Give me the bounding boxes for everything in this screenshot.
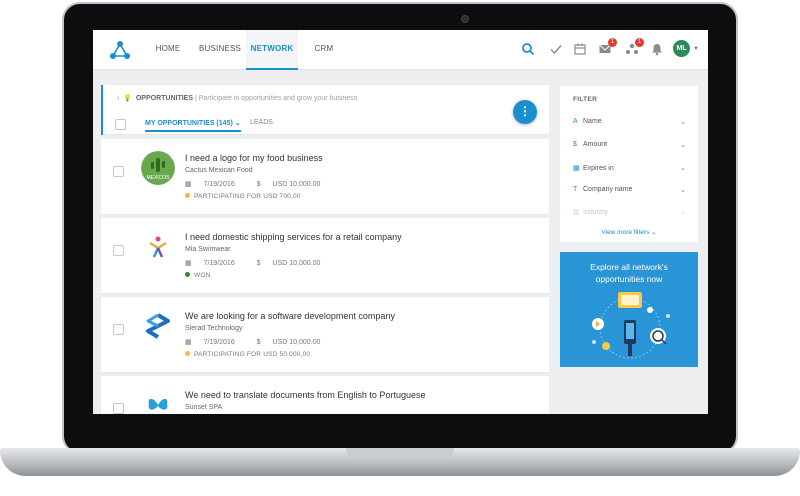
filter-company-name[interactable]: T Company name ⌄ [573, 186, 686, 200]
network-illustration-icon [592, 292, 670, 359]
checkmark-icon[interactable] [549, 42, 563, 56]
company-name: Sierad Technology [185, 325, 243, 332]
mail-badge: 1 [608, 38, 617, 47]
item-checkbox[interactable] [113, 245, 124, 256]
opportunities-panel: ‹ 💡 OPPORTUNITIES | Participate in oppor… [101, 85, 551, 414]
list-item[interactable]: MEXICOS I need a logo for my food busine… [101, 139, 549, 215]
swimwear-logo-icon [141, 230, 175, 264]
opportunity-title[interactable]: I need domestic shipping services for a … [185, 232, 402, 242]
chevron-down-icon: ⌄ [680, 187, 686, 194]
breadcrumb: ‹ 💡 OPPORTUNITIES | Participate in oppor… [117, 95, 358, 102]
opportunity-meta: ▦ 7/19/2016 $ USD 10,000.00 [185, 260, 321, 267]
laptop-notch [346, 448, 454, 457]
chevron-down-icon[interactable]: ▼ [693, 46, 699, 52]
dollar-icon: $ [256, 181, 261, 188]
section-title: OPPORTUNITIES [135, 95, 194, 102]
company-name: Cactus Mexican Food [185, 167, 253, 174]
industry-icon: ▥ [573, 209, 580, 216]
view-more-filters-link[interactable]: View more filters ⌄ [560, 228, 698, 236]
status-dot [185, 272, 190, 277]
dollar-icon: $ [256, 339, 261, 346]
select-all-checkbox[interactable] [115, 119, 126, 130]
filter-title: FILTER [573, 96, 598, 103]
status-badge: WON [185, 272, 211, 279]
mail-button[interactable]: 1 [598, 38, 617, 56]
screen: HOME BUSINESS NETWORK CRM 1 1 ML ▼ ‹ 💡 O… [93, 30, 708, 414]
tab-my-opportunities[interactable]: MY OPPORTUNITIES (145) ⌄ [145, 119, 241, 132]
status-badge: PARTICIPATING FOR USD 50.000,00 [185, 351, 310, 358]
status-dot [185, 351, 190, 356]
chevron-down-icon: ⌄ [680, 119, 686, 126]
chevron-down-icon: ⌄ [680, 165, 686, 172]
search-icon[interactable] [521, 42, 535, 56]
opportunity-list: MEXICOS I need a logo for my food busine… [101, 139, 549, 414]
avatar[interactable]: ML [673, 40, 690, 57]
sub-tabs: MY OPPORTUNITIES (145) ⌄ LEADS [103, 115, 551, 135]
chevron-down-icon: ⌄ [680, 142, 686, 149]
filter-name[interactable]: A Name ⌄ [573, 118, 686, 132]
promo-text: Explore all network's opportunities now [590, 262, 668, 284]
text-icon: A [573, 118, 578, 125]
opportunity-title[interactable]: I need a logo for my food business [185, 153, 323, 163]
calendar-icon[interactable] [573, 42, 587, 56]
camera [461, 15, 469, 23]
calendar-icon: ▦ [573, 165, 580, 172]
tab-crm[interactable]: CRM [305, 30, 343, 70]
opportunity-title[interactable]: We are looking for a software developmen… [185, 311, 395, 321]
section-description: Participate in opportunities and grow yo… [198, 95, 358, 102]
opportunity-meta: ▦ 7/19/2016 $ USD 10,000.00 [185, 339, 321, 346]
item-checkbox[interactable] [113, 166, 124, 177]
top-nav-bar: HOME BUSINESS NETWORK CRM 1 1 ML ▼ [93, 30, 708, 70]
dollar-icon: $ [573, 141, 577, 148]
bell-icon[interactable] [650, 42, 664, 56]
list-item[interactable]: I need domestic shipping services for a … [101, 218, 549, 294]
filter-amount[interactable]: $ Amount ⌄ [573, 141, 686, 155]
item-checkbox[interactable] [113, 403, 124, 414]
list-item[interactable]: We need to translate documents from Engl… [101, 376, 549, 414]
chevron-left-icon[interactable]: ‹ [117, 95, 119, 102]
opportunity-meta: ▦ 7/19/2016 $ USD 10,000.00 [185, 181, 321, 188]
text-type-icon: T [573, 186, 578, 193]
app-logo-icon[interactable] [109, 39, 131, 61]
filter-panel: FILTER A Name ⌄ $ Amount ⌄ ▦ Expires in ⌄ T… [560, 86, 698, 242]
tab-leads[interactable]: LEADS [250, 119, 273, 126]
filter-expires-in[interactable]: ▦ Expires in ⌄ [573, 164, 686, 178]
tab-business[interactable]: BUSINESS [195, 30, 245, 70]
logo-text: MEXICOS [146, 175, 170, 181]
item-checkbox[interactable] [113, 324, 124, 335]
chevron-down-icon: ⌄ [234, 120, 241, 127]
opportunity-title[interactable]: We need to translate documents from Engl… [185, 390, 425, 400]
explore-promo-card[interactable]: Explore all network's opportunities now [560, 252, 698, 367]
list-item[interactable]: We are looking for a software developmen… [101, 297, 549, 373]
tab-home[interactable]: HOME [145, 30, 191, 70]
opportunities-header: ‹ 💡 OPPORTUNITIES | Participate in oppor… [101, 85, 551, 135]
lightbulb-icon: 💡 [123, 95, 132, 102]
cactus-logo-icon: MEXICOS [141, 151, 175, 185]
software-logo-icon [141, 309, 175, 343]
company-name: Sunset SPA [185, 404, 223, 411]
calendar-icon: ▦ [185, 181, 192, 188]
calendar-icon: ▦ [185, 260, 192, 267]
network-requests-button[interactable]: 1 [625, 38, 644, 56]
tab-network[interactable]: NETWORK [246, 30, 298, 70]
calendar-icon: ▦ [185, 339, 192, 346]
status-dot [185, 193, 190, 198]
filter-industry[interactable]: ▥ Industry ⌄ [573, 208, 686, 222]
network-badge: 1 [635, 38, 644, 47]
butterfly-logo-icon [141, 388, 175, 414]
company-name: Mia Swimwear [185, 246, 231, 253]
status-badge: PARTICIPATING FOR USD 700,00 [185, 193, 301, 200]
laptop-frame: HOME BUSINESS NETWORK CRM 1 1 ML ▼ ‹ 💡 O… [0, 0, 800, 496]
chevron-down-icon: ⌄ [680, 209, 686, 216]
dollar-icon: $ [256, 260, 261, 267]
